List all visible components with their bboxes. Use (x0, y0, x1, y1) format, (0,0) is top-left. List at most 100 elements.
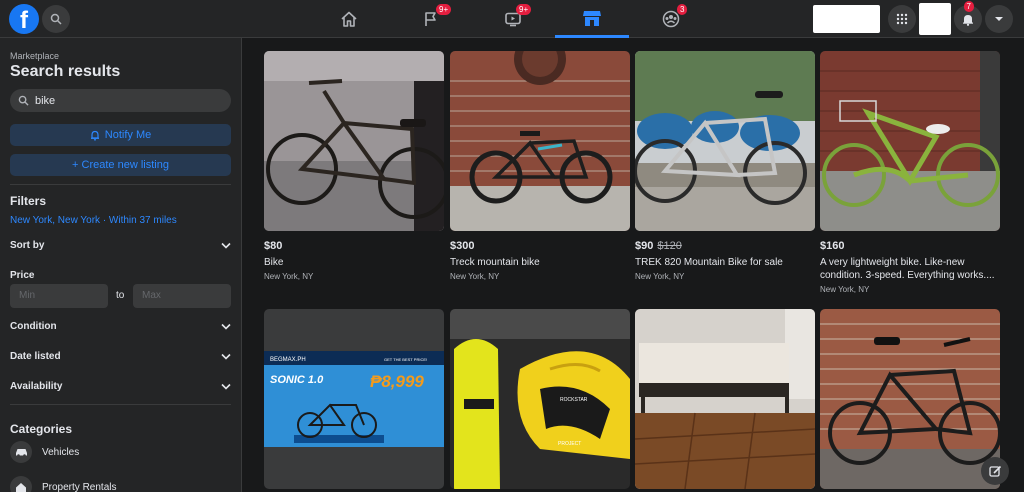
chevron-down-icon (221, 323, 231, 330)
notifications-button[interactable]: 7 (954, 1, 982, 33)
listing-price: $300 (450, 240, 630, 252)
chevron-down-icon (221, 242, 231, 249)
new-message-button[interactable] (981, 457, 1009, 485)
logo-letter: f (20, 7, 28, 34)
search-icon (18, 95, 29, 106)
facebook-logo[interactable]: f (9, 4, 39, 34)
notify-me-button[interactable]: Notify Me (10, 124, 231, 146)
condition-filter[interactable]: Condition (10, 321, 231, 332)
category-label: Property Rentals (42, 481, 117, 492)
ad-brand: BEGMAX.PH (270, 357, 306, 363)
listing-photo[interactable] (820, 309, 1000, 489)
sort-by-label: Sort by (10, 240, 45, 251)
categories-heading: Categories (10, 422, 73, 436)
search-button[interactable] (42, 5, 70, 33)
compose-icon (988, 465, 1001, 477)
tab-groups[interactable]: 3 (634, 0, 708, 38)
listing-price: $80 (264, 240, 444, 252)
listing-card[interactable]: $160 A very lightweight bike. Like-new c… (820, 51, 1000, 294)
blank-messenger-area[interactable] (919, 3, 951, 35)
page-title: Search results (10, 63, 121, 80)
account-button[interactable] (985, 5, 1013, 33)
listing-card[interactable]: ROCKSTAR PROJECT (450, 309, 630, 489)
menu-button[interactable] (888, 5, 916, 33)
price-value: $90 (635, 240, 654, 252)
create-listing-label: + Create new listing (72, 159, 169, 171)
filters-heading: Filters (10, 194, 47, 208)
create-listing-button[interactable]: + Create new listing (10, 154, 231, 176)
divider (10, 184, 231, 185)
listing-location: New York, NY (264, 272, 314, 281)
menu-grid-icon (896, 13, 908, 25)
availability-filter[interactable]: Availability (10, 381, 231, 392)
notify-me-label: Notify Me (104, 129, 152, 141)
search-icon (50, 13, 62, 25)
marketplace-icon (583, 10, 601, 26)
location-filter[interactable]: New York, New York · Within 37 miles (10, 215, 177, 226)
tab-home[interactable] (312, 0, 386, 38)
groups-badge: 3 (677, 4, 688, 15)
category-label: Vehicles (42, 446, 80, 458)
listing-card[interactable]: BEGMAX.PH GET THE BEST PRICE! SONIC 1.0 … (264, 309, 444, 489)
sidebar: Marketplace Search results bike Notify M… (0, 38, 242, 492)
listing-title: TREK 820 Mountain Bike for sale (635, 257, 783, 268)
date-listed-filter[interactable]: Date listed (10, 351, 231, 362)
listing-card[interactable]: $90 $120 TREK 820 Mountain Bike for sale … (635, 51, 815, 281)
helmet-text: ROCKSTAR (560, 397, 588, 403)
house-icon (10, 476, 32, 492)
home-icon (341, 11, 357, 27)
date-listed-label: Date listed (10, 351, 61, 362)
listing-photo[interactable] (635, 51, 815, 231)
divider (10, 404, 231, 405)
car-icon (10, 441, 32, 463)
price-value: $300 (450, 240, 475, 252)
listing-photo[interactable]: ROCKSTAR PROJECT (450, 309, 630, 489)
bell-outline-icon (90, 130, 99, 141)
watch-badge: 9+ (516, 4, 532, 15)
listing-card[interactable]: $80 Bike New York, NY (264, 51, 444, 281)
listing-title: Bike (264, 257, 284, 268)
listing-title: Treck mountain bike (450, 257, 540, 268)
price-value: $80 (264, 240, 283, 252)
listing-title: A very lightweight bike. Like-new condit… (820, 257, 995, 281)
listing-price: $90 $120 (635, 240, 815, 252)
bell-icon (963, 14, 973, 26)
blank-profile-area[interactable] (813, 5, 880, 33)
category-vehicles[interactable]: Vehicles (10, 441, 79, 463)
original-price: $120 (657, 240, 682, 252)
price-to-label: to (116, 290, 125, 301)
ad-model: SONIC 1.0 (270, 374, 324, 386)
notifications-badge: 7 (963, 1, 974, 12)
tab-pages[interactable]: 9+ (394, 0, 468, 38)
search-value: bike (35, 94, 56, 107)
availability-label: Availability (10, 381, 63, 392)
search-input[interactable]: bike (10, 89, 231, 112)
listing-photo[interactable] (264, 51, 444, 231)
listing-card[interactable]: $300 Treck mountain bike New York, NY (450, 51, 630, 281)
tab-marketplace[interactable] (555, 0, 629, 38)
sort-by-filter[interactable]: Sort by (10, 240, 231, 251)
listing-location: New York, NY (635, 272, 685, 281)
listing-card[interactable] (820, 309, 1000, 489)
category-property-rentals[interactable]: Property Rentals (10, 476, 116, 492)
price-value: $160 (820, 240, 845, 252)
tab-watch[interactable]: 9+ (476, 0, 550, 38)
pages-badge: 9+ (436, 4, 452, 15)
price-min-input[interactable]: Min (10, 284, 108, 308)
chevron-down-icon (221, 353, 231, 360)
listing-location: New York, NY (820, 285, 870, 294)
price-max-input[interactable]: Max (133, 284, 231, 308)
price-label: Price (10, 270, 35, 281)
listing-photo[interactable] (820, 51, 1000, 231)
listing-photo[interactable] (635, 309, 815, 489)
condition-label: Condition (10, 321, 57, 332)
section-label: Marketplace (10, 51, 60, 61)
listing-photo[interactable] (450, 51, 630, 231)
ad-price: ₱8,999 (370, 372, 424, 391)
top-navigation-bar: f 9+ 9+ 3 7 (0, 0, 1024, 38)
listing-location: New York, NY (450, 272, 500, 281)
listing-card[interactable] (635, 309, 815, 489)
helmet-text: PROJECT (558, 441, 581, 447)
listing-photo[interactable]: BEGMAX.PH GET THE BEST PRICE! SONIC 1.0 … (264, 309, 444, 489)
caret-down-icon (995, 17, 1003, 21)
